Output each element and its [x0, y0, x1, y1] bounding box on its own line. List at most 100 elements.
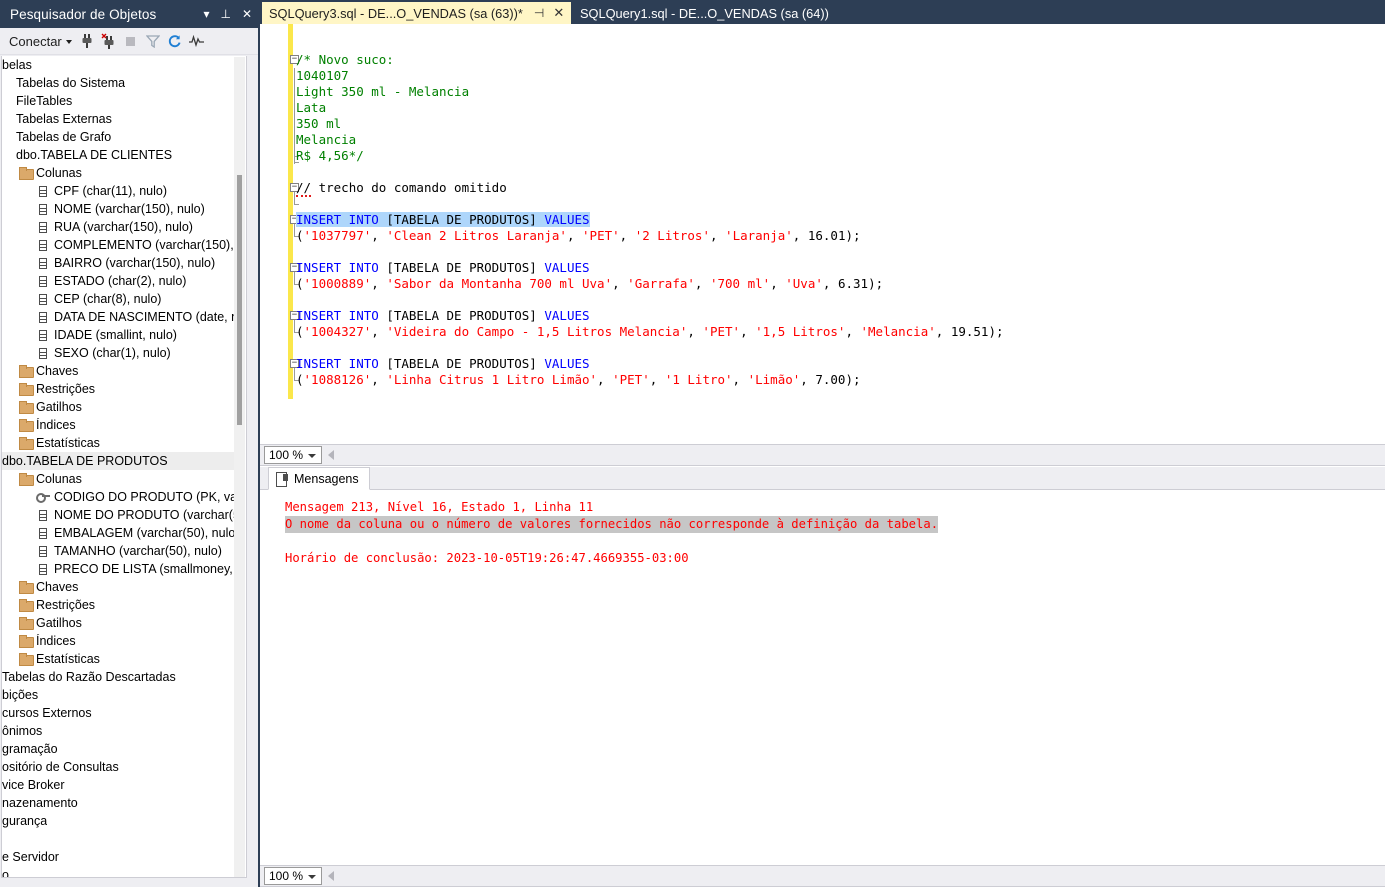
tree-node[interactable]: RUA (varchar(150), nulo) [2, 218, 235, 236]
tree-node[interactable]: CODIGO DO PRODUTO (PK, varchar [2, 488, 235, 506]
code-fold-guide [294, 224, 295, 236]
code-line[interactable]: INSERT INTO [TABELA DE PRODUTOS] VALUES [296, 260, 590, 276]
tree-node[interactable]: Índices [2, 632, 235, 650]
code-line[interactable]: 1040107 [296, 68, 349, 84]
connect-icon[interactable] [76, 30, 98, 52]
tree-node[interactable]: CEP (char(8), nulo) [2, 290, 235, 308]
tree-node[interactable]: nazenamento [2, 794, 235, 812]
tree-node[interactable]: ositório de Consultas [2, 758, 235, 776]
tab-mensagens[interactable]: Mensagens [268, 467, 370, 490]
tree-node[interactable]: Restrições [2, 596, 235, 614]
tree-node[interactable]: FileTables [2, 92, 235, 110]
tree-node-label: nazenamento [2, 796, 78, 810]
code-line[interactable]: R$ 4,56*/ [296, 148, 364, 164]
ssms-window: Pesquisador de Objetos ▾ ⊥ ✕ Conectar be… [0, 0, 1385, 887]
code-line[interactable]: ('1037797', 'Clean 2 Litros Laranja', 'P… [296, 228, 861, 244]
tree-node[interactable]: IDADE (smallint, nulo) [2, 326, 235, 344]
code-line[interactable]: Light 350 ml - Melancia [296, 84, 469, 100]
code-token: 'PET' [702, 324, 741, 339]
code-line[interactable]: INSERT INTO [TABELA DE PRODUTOS] VALUES [296, 308, 590, 324]
tree-node[interactable]: Chaves [2, 362, 235, 380]
tree-node[interactable]: Gatilhos [2, 614, 235, 632]
code-line[interactable]: ('1088126', 'Linha Citrus 1 Litro Limão'… [296, 372, 861, 388]
connect-button[interactable]: Conectar [9, 34, 72, 49]
close-icon[interactable]: ✕ [242, 8, 252, 20]
tree-node[interactable]: Colunas [2, 470, 235, 488]
activity-monitor-icon[interactable] [186, 30, 208, 52]
code-token: '1088126' [303, 372, 372, 387]
scroll-left-arrow-icon[interactable] [328, 450, 334, 460]
tree-node[interactable]: gurança [2, 812, 235, 830]
code-line[interactable]: ('1000889', 'Sabor da Montanha 700 ml Uv… [296, 276, 883, 292]
code-line[interactable]: // trecho do comando omitido [296, 180, 507, 197]
close-icon[interactable]: ✕ [553, 5, 564, 21]
tree-node[interactable]: Colunas [2, 164, 235, 182]
tree-node[interactable]: dbo.TABELA DE CLIENTES [2, 146, 235, 164]
tree-node[interactable]: Tabelas de Grafo [2, 128, 235, 146]
pin-icon[interactable]: ⊥ [220, 8, 230, 20]
tree-node[interactable]: Tabelas do Sistema [2, 74, 235, 92]
pin-icon[interactable]: ⊣ [534, 6, 544, 20]
results-zoom-select[interactable]: 100 % [264, 867, 322, 885]
tree-node[interactable]: Estatísticas [2, 650, 235, 668]
refresh-icon[interactable] [164, 30, 186, 52]
tree-node[interactable]: e Servidor [2, 848, 235, 866]
tree-node[interactable]: EMBALAGEM (varchar(50), nulo) [2, 524, 235, 542]
tree-node[interactable] [2, 830, 235, 848]
tree-node[interactable]: belas [2, 56, 235, 74]
code-line[interactable]: INSERT INTO [TABELA DE PRODUTOS] VALUES [296, 212, 590, 228]
editor-zoom-select[interactable]: 100 % [264, 446, 322, 464]
tree-node-label: Chaves [36, 364, 79, 378]
code-token: , [612, 276, 628, 291]
object-explorer-tree[interactable]: belas Tabelas do Sistema FileTables Tabelas… [1, 56, 247, 878]
tree-node[interactable]: vice Broker [2, 776, 235, 794]
tree-node[interactable]: PRECO DE LISTA (smallmoney, nulo [2, 560, 235, 578]
code-line[interactable]: INSERT INTO [TABELA DE PRODUTOS] VALUES [296, 356, 590, 372]
messages-output[interactable]: Mensagem 213, Nível 16, Estado 1, Linha … [260, 490, 1385, 865]
tree-node[interactable]: ESTADO (char(2), nulo) [2, 272, 235, 290]
tree-node[interactable]: Tabelas do Razão Descartadas [2, 668, 235, 686]
tree-node[interactable]: SEXO (char(1), nulo) [2, 344, 235, 362]
code-line[interactable]: 350 ml [296, 116, 341, 132]
tree-scrollbar-thumb[interactable] [237, 175, 242, 425]
code-line[interactable]: ('1004327', 'Videira do Campo - 1,5 Litr… [296, 324, 1004, 340]
code-line[interactable]: Lata [296, 100, 326, 116]
object-explorer-panel: Pesquisador de Objetos ▾ ⊥ ✕ Conectar be… [0, 0, 258, 887]
tree-node[interactable]: gramação [2, 740, 235, 758]
code-line[interactable]: /* Novo suco: [296, 52, 394, 68]
filter-icon[interactable] [142, 30, 164, 52]
tree-vertical-scrollbar[interactable] [234, 57, 245, 877]
tree-node[interactable]: Índices [2, 416, 235, 434]
tree-node-label: FileTables [16, 94, 73, 108]
tree-node[interactable]: o [2, 866, 235, 877]
tree-node[interactable]: DATA DE NASCIMENTO (date, nulo) [2, 308, 235, 326]
tab-sqlquery3[interactable]: SQLQuery3.sql - DE...O_VENDAS (sa (63))*… [262, 2, 572, 24]
tree-node[interactable]: bições [2, 686, 235, 704]
tree-node[interactable]: ônimos [2, 722, 235, 740]
tree-node[interactable]: NOME DO PRODUTO (varchar(50), n [2, 506, 235, 524]
disconnect-icon[interactable] [98, 30, 120, 52]
tree-node[interactable]: Restrições [2, 380, 235, 398]
folder-icon [16, 381, 34, 397]
tree-node[interactable]: COMPLEMENTO (varchar(150), nulo [2, 236, 235, 254]
tree-node[interactable]: cursos Externos [2, 704, 235, 722]
tree-node[interactable]: BAIRRO (varchar(150), nulo) [2, 254, 235, 272]
code-line[interactable]: Melancia [296, 132, 356, 148]
tree-node[interactable]: CPF (char(11), nulo) [2, 182, 235, 200]
tree-node-label: Restrições [36, 598, 96, 612]
code-token: '1004327' [303, 324, 372, 339]
tree-node[interactable]: TAMANHO (varchar(50), nulo) [2, 542, 235, 560]
editor-code[interactable]: −/* Novo suco: 1040107 Light 350 ml - Mela… [260, 24, 1385, 444]
sql-editor[interactable]: −/* Novo suco: 1040107 Light 350 ml - Mela… [260, 24, 1385, 444]
tree-node[interactable]: Tabelas Externas [2, 110, 235, 128]
chevron-down-icon[interactable]: ▾ [203, 8, 209, 20]
tree-node[interactable]: dbo.TABELA DE PRODUTOS [2, 452, 235, 470]
tree-node-label: IDADE (smallint, nulo) [54, 328, 177, 342]
tab-sqlquery1[interactable]: SQLQuery1.sql - DE...O_VENDAS (sa (64)) [573, 2, 836, 24]
column-icon [34, 561, 52, 577]
scroll-left-arrow-icon[interactable] [328, 871, 334, 881]
tree-node[interactable]: Gatilhos [2, 398, 235, 416]
tree-node[interactable]: Chaves [2, 578, 235, 596]
tree-node[interactable]: Estatísticas [2, 434, 235, 452]
tree-node[interactable]: NOME (varchar(150), nulo) [2, 200, 235, 218]
